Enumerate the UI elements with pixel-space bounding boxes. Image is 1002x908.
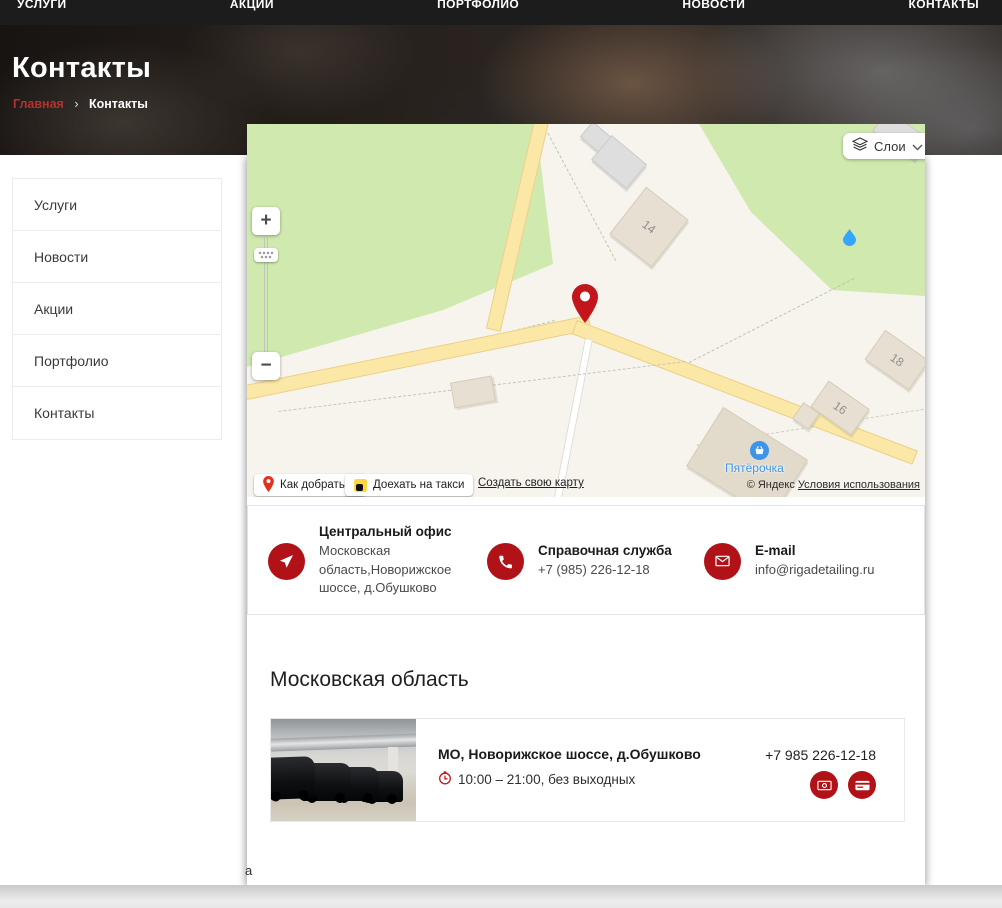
layers-icon <box>852 137 868 155</box>
building-number: 14 <box>639 217 658 236</box>
page-bottom-shadow <box>0 885 1002 908</box>
nav-item-portfolio[interactable]: ПОРТФОЛИО <box>437 0 519 25</box>
phone-contact: Справочная служба +7 (985) 226-12-18 <box>487 506 672 616</box>
hours-text: 10:00 – 21:00, без выходных <box>458 772 635 787</box>
office-address: Московская область,Новорижское шоссе, д.… <box>319 542 457 599</box>
building-number: 16 <box>831 398 850 417</box>
taxi-icon <box>354 479 367 492</box>
building-number: 18 <box>888 350 907 369</box>
terms-of-use-link[interactable]: Условия использования <box>798 479 920 491</box>
clock-icon <box>438 771 452 788</box>
nav-item-news[interactable]: НОВОСТИ <box>682 0 745 25</box>
email-contact: E-mail info@rigadetailing.ru <box>704 506 874 616</box>
red-pin-icon <box>263 476 274 495</box>
sidebar-item-contacts[interactable]: Контакты <box>13 387 221 439</box>
map-path <box>689 278 854 363</box>
office-title: Центральный офис <box>319 524 457 539</box>
map-copyright: © Яндекс Условия использования <box>747 479 920 491</box>
email-address[interactable]: info@rigadetailing.ru <box>755 561 874 580</box>
envelope-icon <box>704 543 741 580</box>
sidebar-item-services[interactable]: Услуги <box>13 179 221 231</box>
nav-item-services[interactable]: УСЛУГИ <box>17 0 67 25</box>
location-card: МО, Новорижское шоссе, д.Обушково 10:00 … <box>270 718 905 822</box>
map-building-14: 14 <box>609 187 688 268</box>
sidebar-menu: Услуги Новости Акции Портфолио Контакты <box>12 178 222 440</box>
page-title: Контакты <box>12 52 151 85</box>
map-layers-button[interactable]: Слои <box>843 133 925 159</box>
phone-icon <box>487 543 524 580</box>
breadcrumb: Главная › Контакты <box>13 97 148 111</box>
map-building-18: 18 <box>865 330 925 390</box>
garage-photo <box>271 719 416 821</box>
breadcrumb-current: Контакты <box>89 97 148 111</box>
nav-item-contacts[interactable]: КОНТАКТЫ <box>909 0 979 25</box>
stray-note: a <box>245 863 252 878</box>
map-building <box>450 376 496 409</box>
taxi-button[interactable]: Доехать на такси <box>345 474 473 496</box>
store-label: Пятёрочка <box>725 461 784 475</box>
cash-payment-icon[interactable] <box>810 771 838 799</box>
payment-icons-row <box>765 771 876 799</box>
zoom-out-button[interactable]: − <box>252 352 280 380</box>
store-basket-icon <box>750 441 769 460</box>
sidebar-item-portfolio[interactable]: Портфолио <box>13 335 221 387</box>
location-pin-icon[interactable] <box>572 284 598 328</box>
sidebar-item-promos[interactable]: Акции <box>13 283 221 335</box>
nav-item-promos[interactable]: АКЦИИ <box>230 0 274 25</box>
region-heading: Московская область <box>270 668 469 692</box>
phone-number[interactable]: +7 (985) 226-12-18 <box>538 561 672 580</box>
layers-button-label: Слои <box>874 139 906 154</box>
create-map-link[interactable]: Создать свою карту <box>478 477 584 489</box>
contact-info-strip: Центральный офис Московская область,Ново… <box>247 505 925 615</box>
location-arrow-icon <box>268 543 305 580</box>
sidebar-item-news[interactable]: Новости <box>13 231 221 283</box>
map-minor-road <box>553 338 593 497</box>
zoom-in-button[interactable]: + <box>252 207 280 235</box>
taxi-button-label: Доехать на такси <box>373 479 464 491</box>
photo-car <box>271 756 316 800</box>
yandex-map[interactable]: 14 18 16 Пятёрочка + − <box>247 124 925 497</box>
location-hours: 10:00 – 21:00, без выходных <box>438 771 701 788</box>
main-content-panel: 14 18 16 Пятёрочка + − <box>247 155 925 885</box>
breadcrumb-home-link[interactable]: Главная <box>13 97 64 111</box>
phone-title: Справочная служба <box>538 543 672 558</box>
office-contact: Центральный офис Московская область,Ново… <box>268 506 457 616</box>
zoom-slider-handle[interactable] <box>254 248 278 262</box>
copyright-text: © Яндекс <box>747 479 795 491</box>
breadcrumb-separator: › <box>74 97 78 111</box>
chevron-down-icon <box>912 139 923 154</box>
location-address: МО, Новорижское шоссе, д.Обушково <box>438 746 701 762</box>
page: УСЛУГИ АКЦИИ ПОРТФОЛИО НОВОСТИ КОНТАКТЫ … <box>0 0 1002 908</box>
water-drop-icon <box>843 229 856 251</box>
card-payment-icon[interactable] <box>848 771 876 799</box>
top-navigation: УСЛУГИ АКЦИИ ПОРТФОЛИО НОВОСТИ КОНТАКТЫ <box>0 0 1002 25</box>
email-title: E-mail <box>755 543 874 558</box>
location-phone[interactable]: +7 985 226-12-18 <box>765 747 876 763</box>
